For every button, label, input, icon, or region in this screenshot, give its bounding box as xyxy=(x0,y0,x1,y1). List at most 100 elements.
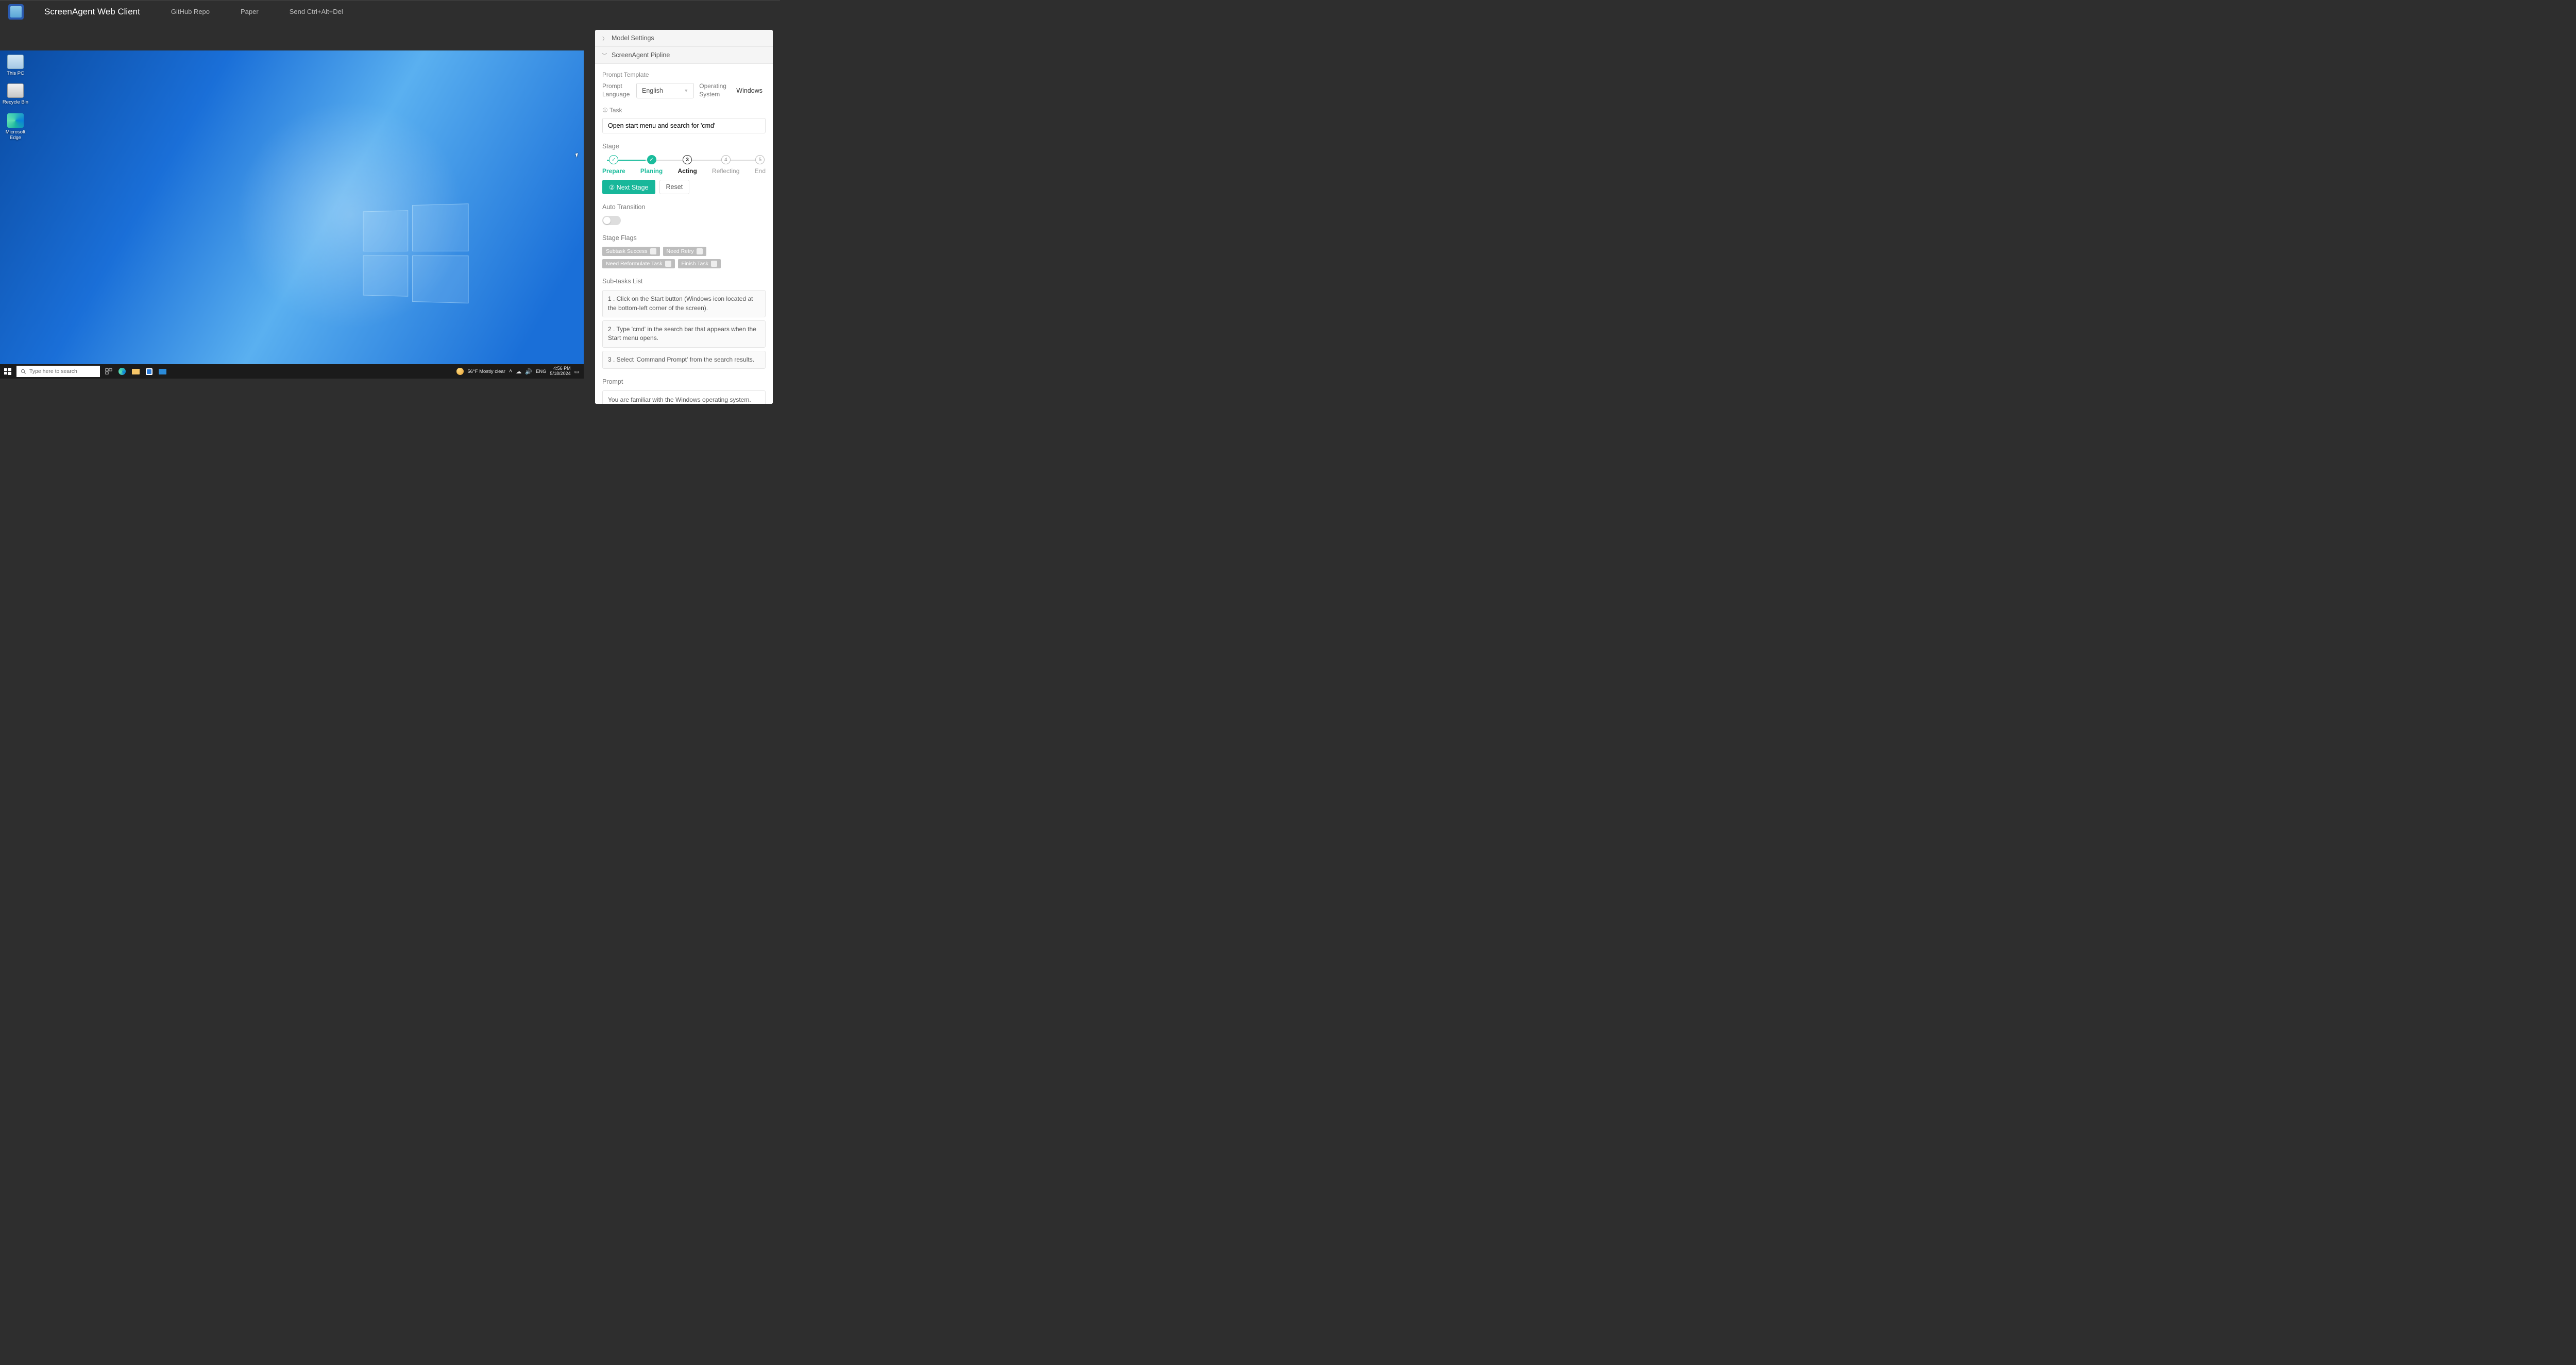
link-send-cad[interactable]: Send Ctrl+Alt+Del xyxy=(290,8,343,15)
weather-text[interactable]: 56°F Mostly clear xyxy=(467,369,505,374)
taskbar-tray: 56°F Mostly clear ˄ ☁ 🔊 ENG 4:56 PM 5/18… xyxy=(456,366,584,377)
taskbar-search[interactable]: Type here to search xyxy=(16,366,100,377)
windows-logo-icon xyxy=(363,203,469,302)
step-label: Reflecting xyxy=(712,167,739,175)
taskbar-pinned xyxy=(103,366,168,377)
topbar: ScreenAgent Web Client GitHub Repo Paper… xyxy=(0,0,780,23)
store-icon xyxy=(146,368,152,375)
task-view-button[interactable] xyxy=(103,366,114,377)
flag-state-icon xyxy=(711,261,717,267)
stage-end: 5 End xyxy=(755,155,766,175)
chevron-down-icon: 〉 xyxy=(601,53,609,58)
section-title: Model Settings xyxy=(612,35,654,42)
subtask-item[interactable]: 1 . Click on the Start button (Windows i… xyxy=(602,290,766,317)
flag-need-retry[interactable]: Need Retry xyxy=(663,247,706,256)
onedrive-icon[interactable]: ☁ xyxy=(516,368,521,375)
step-label: End xyxy=(755,167,766,175)
prompt-language-label: Prompt Language xyxy=(602,82,631,98)
desktop-icon-label: This PC xyxy=(0,71,31,76)
os-label: Operating System xyxy=(699,82,728,98)
weather-icon xyxy=(456,368,464,375)
pinned-edge[interactable] xyxy=(116,366,128,377)
stage-flags-label: Stage Flags xyxy=(602,234,766,242)
volume-icon[interactable]: 🔊 xyxy=(525,368,532,375)
step-label: Prepare xyxy=(602,167,625,175)
subtask-item[interactable]: 2 . Type 'cmd' in the search bar that ap… xyxy=(602,320,766,348)
flag-finish-task[interactable]: Finish Task xyxy=(678,259,721,268)
prompt-template-label: Prompt Template xyxy=(602,71,766,78)
button-label: Reset xyxy=(666,183,683,191)
prompt-text: You are familiar with the Windows operat… xyxy=(602,390,766,404)
stage-prepare: ✓ Prepare xyxy=(602,155,625,175)
desktop-icon-label: Microsoft Edge xyxy=(0,129,31,141)
edge-icon xyxy=(7,113,24,128)
section-title: ScreenAgent Pipline xyxy=(612,52,670,59)
pinned-explorer[interactable] xyxy=(130,366,141,377)
section-pipeline[interactable]: 〉 ScreenAgent Pipline xyxy=(595,47,773,64)
recycle-bin-icon xyxy=(7,83,24,98)
next-stage-button[interactable]: ② Next Stage xyxy=(602,180,655,194)
desktop-icon-recycle-bin[interactable]: Recycle Bin xyxy=(0,83,31,105)
desktop-icon-label: Recycle Bin xyxy=(0,99,31,105)
link-paper[interactable]: Paper xyxy=(241,8,259,15)
flag-state-icon xyxy=(665,261,671,267)
task-input[interactable] xyxy=(602,118,766,133)
stage-acting: 3 Acting xyxy=(677,155,697,175)
flag-subtask-success[interactable]: Subtask Success xyxy=(602,247,660,256)
button-label: ② Next Stage xyxy=(609,183,649,191)
taskbar-clock[interactable]: 4:56 PM 5/18/2024 xyxy=(550,366,571,377)
desktop-icon-edge[interactable]: Microsoft Edge xyxy=(0,113,31,141)
step-circle: ✓ xyxy=(609,155,618,164)
flag-need-reformulate[interactable]: Need Reformulate Task xyxy=(602,259,675,268)
pinned-store[interactable] xyxy=(143,366,155,377)
step-circle: 4 xyxy=(721,155,731,164)
step-label: Planing xyxy=(640,167,663,175)
language-indicator[interactable]: ENG xyxy=(536,369,547,374)
reset-button[interactable]: Reset xyxy=(659,180,690,194)
edge-icon xyxy=(118,368,126,375)
language-select[interactable]: English ▼ xyxy=(636,83,694,98)
link-github[interactable]: GitHub Repo xyxy=(171,8,210,15)
tray-chevron-icon[interactable]: ˄ xyxy=(509,368,512,374)
start-button[interactable] xyxy=(0,364,15,379)
os-value: Windows xyxy=(733,87,766,94)
remote-desktop[interactable]: This PC Recycle Bin Microsoft Edge xyxy=(0,50,584,379)
task-view-icon xyxy=(105,368,112,375)
folder-icon xyxy=(132,369,140,374)
chevron-right-icon: 〉 xyxy=(602,35,607,42)
auto-transition-toggle[interactable] xyxy=(602,216,621,225)
vnc-area: This PC Recycle Bin Microsoft Edge xyxy=(0,23,584,404)
pinned-mail[interactable] xyxy=(157,366,168,377)
section-model-settings[interactable]: 〉 Model Settings xyxy=(595,30,773,47)
app-title: ScreenAgent Web Client xyxy=(44,7,140,17)
stage-flags: Subtask Success Need Retry Need Reformul… xyxy=(602,247,766,268)
subtask-item[interactable]: 3 . Select 'Command Prompt' from the sea… xyxy=(602,351,766,369)
pc-icon xyxy=(7,55,24,69)
prompt-label: Prompt xyxy=(602,378,766,385)
chevron-down-icon: ▼ xyxy=(684,88,688,93)
notifications-icon[interactable]: ▭ xyxy=(574,368,580,375)
search-icon xyxy=(21,369,26,374)
task-label: ① Task xyxy=(602,107,766,114)
stage-stepper: ✓ Prepare ✓ Planing 3 Acting 4 Reflectin… xyxy=(602,155,766,175)
mouse-cursor-icon xyxy=(575,152,581,158)
windows-start-icon xyxy=(4,368,11,375)
stage-reflecting: 4 Reflecting xyxy=(712,155,739,175)
step-circle: 5 xyxy=(755,155,765,164)
side-panel: 〉 Model Settings 〉 ScreenAgent Pipline P… xyxy=(595,30,773,404)
app-logo-icon xyxy=(8,4,24,20)
step-circle: ✓ xyxy=(647,155,656,164)
stage-planning: ✓ Planing xyxy=(640,155,663,175)
stage-label: Stage xyxy=(602,143,766,150)
desktop-icon-this-pc[interactable]: This PC xyxy=(0,55,31,76)
flag-state-icon xyxy=(650,248,656,254)
topbar-links: GitHub Repo Paper Send Ctrl+Alt+Del xyxy=(171,8,343,15)
chip-label: Need Reformulate Task xyxy=(606,261,663,267)
taskbar: Type here to search 56°F Mostly clear ˄ … xyxy=(0,364,584,379)
chip-label: Finish Task xyxy=(682,261,708,267)
clock-date: 5/18/2024 xyxy=(550,371,571,377)
mail-icon xyxy=(159,369,166,374)
chip-label: Subtask Success xyxy=(606,248,648,254)
panel-body: Prompt Template Prompt Language English … xyxy=(595,64,773,404)
subtasks-label: Sub-tasks List xyxy=(602,278,766,285)
